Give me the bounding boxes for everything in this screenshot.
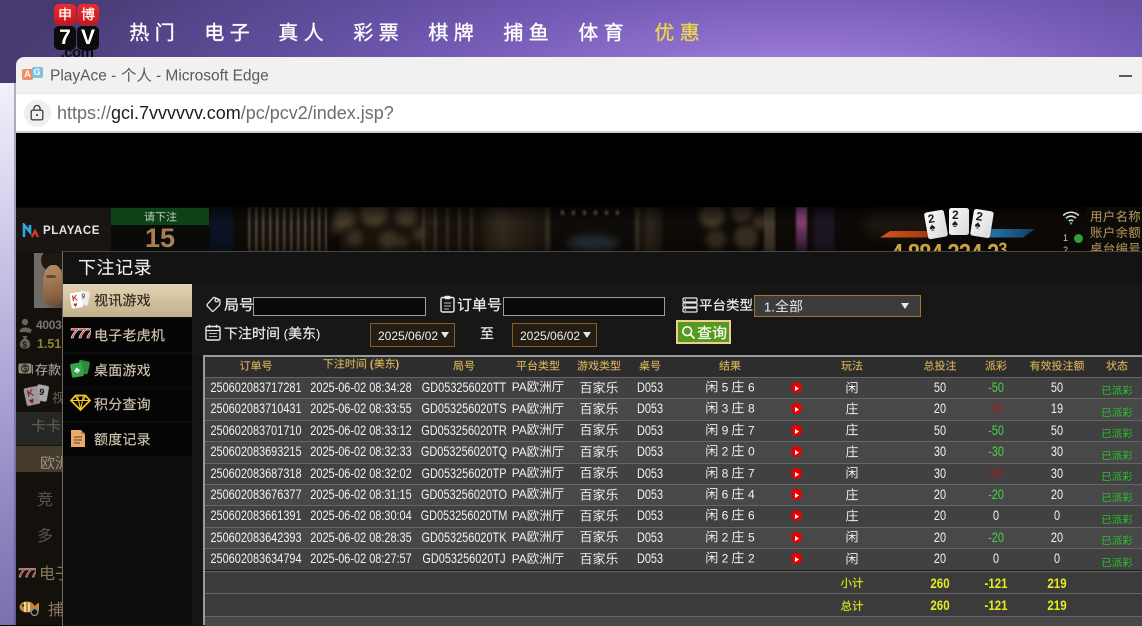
svg-text:$: $ (23, 365, 28, 374)
svg-text:777: 777 (18, 566, 36, 579)
svg-text:777: 777 (70, 325, 91, 340)
svg-text:$: $ (22, 340, 27, 350)
